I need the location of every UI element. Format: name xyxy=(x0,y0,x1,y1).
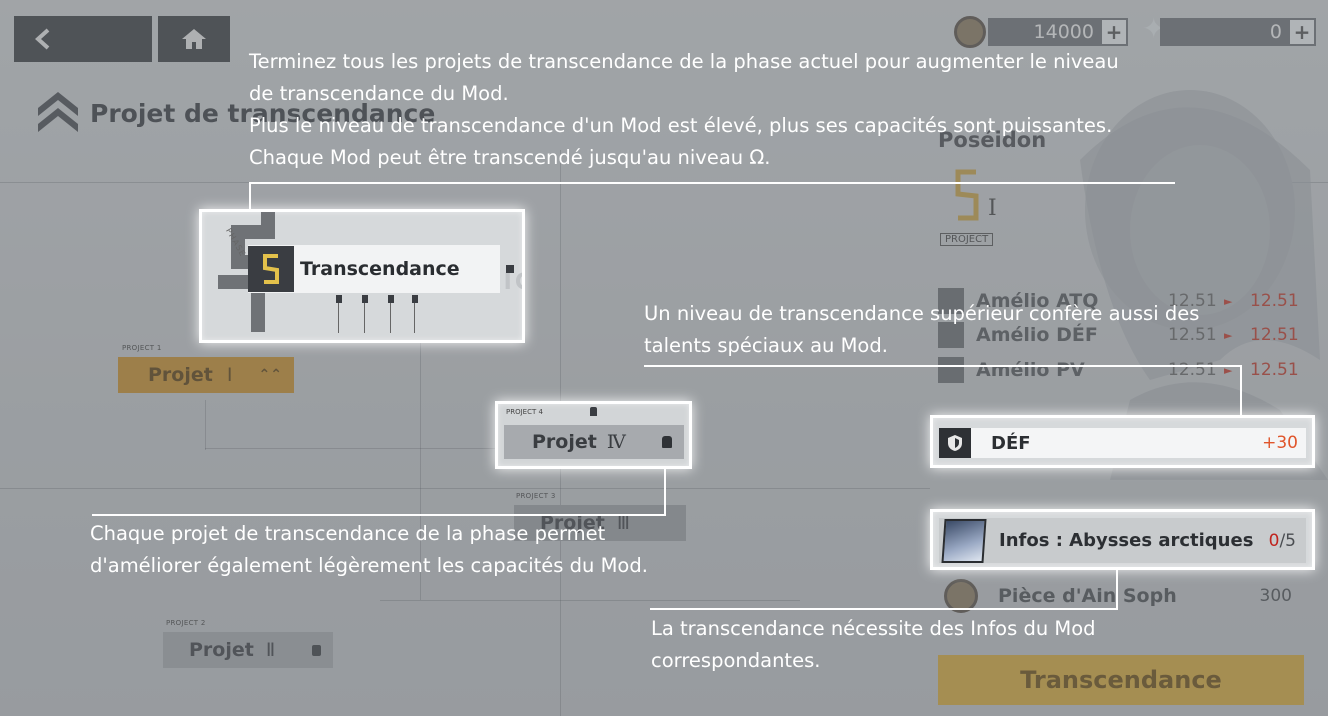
leader-line-talent xyxy=(644,365,1242,367)
talent-name: DÉF xyxy=(991,432,1031,454)
tip-line: de transcendance du Mod. xyxy=(249,82,509,105)
material-name: Infos : Abysses arctiques xyxy=(999,530,1254,551)
tip-talent: Un niveau de transcendance supérieur con… xyxy=(644,298,1199,362)
leader-line-material xyxy=(650,608,1118,610)
tip-material: La transcendance nécessite des Infos du … xyxy=(651,613,1096,677)
transcendance-tab[interactable]: Transcendance xyxy=(248,245,500,293)
material-need: /5 xyxy=(1279,530,1296,551)
tip-top: Terminez tous les projets de transcendan… xyxy=(249,46,1119,174)
shield-icon xyxy=(939,428,971,458)
leader-line-project-drop xyxy=(664,468,666,516)
highlight-project-4: PROJECT 4 Projet Ⅳ xyxy=(495,401,692,469)
highlight-material: Infos : Abysses arctiques 0/5 xyxy=(930,509,1315,570)
transcendance-label: Transcendance xyxy=(300,258,460,280)
material-count: 0/5 xyxy=(1269,531,1296,551)
tip-line: Terminez tous les projets de transcendan… xyxy=(249,50,1119,73)
connector-lines xyxy=(336,295,418,335)
talent-row: DÉF +30 xyxy=(939,428,1306,458)
highlight-phase-panel: PHASE ORIGIN Transcendance xyxy=(199,209,525,343)
tip-line: Chaque projet de transcendance de la pha… xyxy=(90,522,606,545)
tip-line: La transcendance nécessite des Infos du … xyxy=(651,617,1096,640)
tip-line: correspondantes. xyxy=(651,649,821,672)
project-card-4[interactable]: Projet Ⅳ xyxy=(504,425,684,459)
tip-line: Chaque Mod peut être transcendé jusqu'au… xyxy=(249,146,771,169)
phase-panel: PHASE ORIGIN Transcendance xyxy=(202,212,522,340)
tip-line: Un niveau de transcendance supérieur con… xyxy=(644,302,1200,325)
connector-node xyxy=(506,265,514,273)
material-have: 0 xyxy=(1268,530,1280,551)
tip-line: talents spéciaux au Mod. xyxy=(644,334,888,357)
transcendance-s-icon xyxy=(248,246,294,292)
leader-line-top xyxy=(249,182,1175,184)
project-numeral: Ⅳ xyxy=(606,431,626,453)
project-tag: PROJECT 4 xyxy=(506,408,543,416)
leader-line-talent-drop xyxy=(1240,365,1242,415)
leader-line-project xyxy=(92,514,666,516)
character-thumbnail-icon xyxy=(941,518,987,563)
tip-line: Plus le niveau de transcendance d'un Mod… xyxy=(249,114,1113,137)
leader-line-top-drop xyxy=(249,182,251,210)
tip-line: d'améliorer également légèrement les cap… xyxy=(90,554,648,577)
material-row-infos: Infos : Abysses arctiques 0/5 xyxy=(939,518,1306,563)
lock-icon xyxy=(590,407,597,416)
leader-line-material-drop xyxy=(1116,570,1118,610)
project-label: Projet xyxy=(532,431,597,453)
talent-value: +30 xyxy=(1262,433,1298,453)
highlight-talent: DÉF +30 xyxy=(930,415,1315,468)
tip-project: Chaque projet de transcendance de la pha… xyxy=(90,518,648,582)
lock-icon xyxy=(662,436,672,448)
